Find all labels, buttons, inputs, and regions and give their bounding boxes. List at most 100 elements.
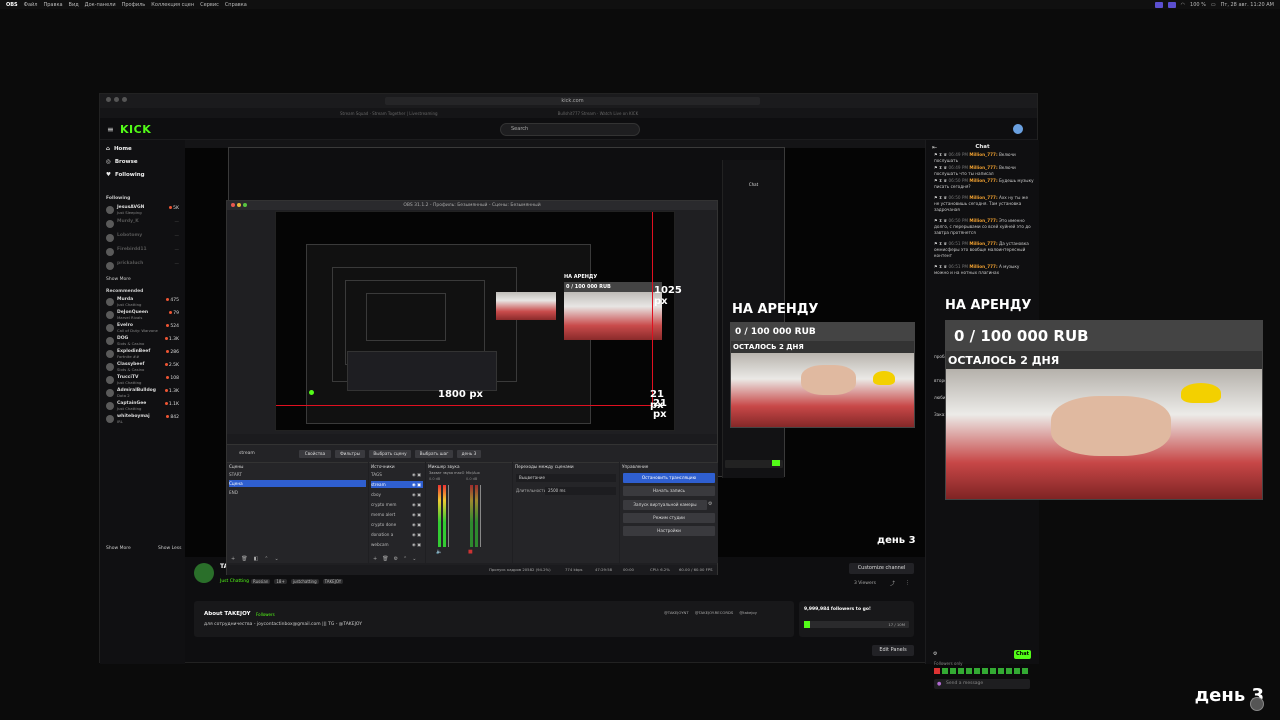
scene-item[interactable]: END	[229, 489, 366, 496]
add-icon[interactable]: +	[231, 556, 235, 562]
browser-tab[interactable]: Bullshit777 Stream · Watch Live on KICK	[558, 111, 639, 116]
emote-icon[interactable]	[1006, 668, 1012, 674]
share-icon[interactable]: ⤴	[890, 580, 895, 587]
recommended-item[interactable]: ExplodinBeef Fortnite ## 286	[106, 349, 181, 360]
show-more-button[interactable]: Show More	[106, 546, 131, 551]
up-icon[interactable]: ⌃	[264, 556, 268, 562]
browser-tab[interactable]: Stream Squad · Stream Together | Livestr…	[340, 111, 438, 116]
emote-icon[interactable]	[1014, 668, 1020, 674]
nav-following[interactable]: ♥ Following	[106, 172, 145, 178]
emote-icon[interactable]	[958, 668, 964, 674]
more-icon[interactable]: ⋮	[905, 580, 910, 586]
customize-channel-button[interactable]: Customize channel	[849, 563, 914, 574]
following-item[interactable]: Firebirdd11—	[106, 247, 181, 258]
tag[interactable]: TAKEJOY	[322, 579, 344, 584]
tag[interactable]: justchatting	[290, 579, 319, 584]
down-icon[interactable]: ⌄	[275, 556, 279, 562]
mic-icon[interactable]: ●	[937, 681, 941, 687]
recommended-item[interactable]: DeJonQueen Marvel Rivals 79	[106, 310, 181, 321]
tag[interactable]: Russian	[250, 579, 271, 584]
virtual-camera-button[interactable]: Запуск виртуальной камеры	[623, 500, 707, 510]
filter-icon[interactable]: ◧	[254, 556, 259, 562]
chat-message-input[interactable]: Send a message	[934, 679, 1030, 689]
add-icon[interactable]: +	[373, 556, 377, 562]
gear-icon[interactable]: ⚙	[394, 556, 398, 562]
emote-icon[interactable]	[998, 668, 1004, 674]
obs-preview[interactable]: 0 / 100 000 RUB НА АРЕНДУ 1800 px 1025 p…	[275, 211, 682, 431]
source-item[interactable]: crypto done ◉ ▣	[371, 521, 423, 528]
source-item[interactable]: webcam ◉ ▣	[371, 541, 423, 548]
emote-icon[interactable]	[1022, 668, 1028, 674]
recommended-item[interactable]: CaptainGee Just Chatting 1.1K	[106, 401, 181, 412]
source-item[interactable]: memo alert ◉ ▣	[371, 511, 423, 518]
menubar-item-profile[interactable]: Профиль	[122, 2, 146, 8]
minimize-window-button[interactable]	[237, 203, 241, 207]
eye-icon[interactable]: ◉ ▣	[412, 511, 421, 518]
eye-icon[interactable]: ◉ ▣	[412, 531, 421, 538]
status-icon[interactable]	[1167, 1, 1176, 8]
nav-home[interactable]: ⌂ Home	[106, 146, 132, 152]
studio-mode-button[interactable]: Режим студии	[623, 513, 715, 523]
wifi-icon[interactable]: ◠	[1181, 2, 1185, 8]
settings-button[interactable]: Настройки	[623, 526, 715, 536]
properties-button[interactable]: Свойства	[299, 450, 331, 458]
close-window-button[interactable]	[106, 97, 111, 102]
volume-slider[interactable]	[480, 485, 481, 547]
show-less-button[interactable]: Show Less	[158, 546, 181, 551]
down-icon[interactable]: ⌄	[412, 556, 416, 562]
recommended-item[interactable]: Murda Just Chatting 475	[106, 297, 181, 308]
duration-input[interactable]: 2500 ms	[545, 487, 616, 495]
volume-slider[interactable]	[448, 485, 449, 547]
select-step-button[interactable]: Выбрать шаг	[415, 450, 453, 458]
recommended-item[interactable]: TrucciTV Just Chatting 108	[106, 375, 181, 386]
emote-icon[interactable]	[942, 668, 948, 674]
emote-icon[interactable]	[934, 668, 940, 674]
address-bar[interactable]: kick.com	[385, 97, 760, 105]
maximize-window-button[interactable]	[122, 97, 127, 102]
stop-stream-button[interactable]: Остановить трансляцию	[623, 473, 715, 483]
menubar-app-name[interactable]: OBS	[6, 2, 18, 8]
source-item[interactable]: cboy ◉ ▣	[371, 491, 423, 498]
user-avatar[interactable]	[1013, 124, 1023, 134]
social-link[interactable]: @TAKEJOY.RECORDS	[695, 610, 734, 615]
menubar-item-scene-collection[interactable]: Коллекция сцен	[151, 2, 194, 8]
edit-panels-button[interactable]: Edit Panels	[872, 645, 914, 656]
start-recording-button[interactable]: Начать запись	[623, 486, 715, 496]
source-item[interactable]: TAGS ◉ ▣	[371, 471, 423, 478]
category-link[interactable]: Just Chatting	[220, 579, 249, 584]
battery-level[interactable]: 100 %	[1190, 2, 1206, 8]
channel-avatar[interactable]	[194, 563, 214, 583]
menubar-item-docks[interactable]: Док-панели	[85, 2, 116, 8]
following-item[interactable]: Murdy_K —	[106, 219, 181, 230]
kick-logo[interactable]: KICK	[120, 123, 151, 136]
eye-icon[interactable]: ◉ ▣	[412, 471, 421, 478]
day-scene-button[interactable]: день 3	[457, 450, 481, 458]
close-window-button[interactable]	[231, 203, 235, 207]
filters-button[interactable]: Фильтры	[335, 450, 365, 458]
nav-browse[interactable]: ◎ Browse	[106, 159, 138, 165]
menu-icon[interactable]: ≡	[107, 125, 114, 134]
emote-icon[interactable]	[974, 668, 980, 674]
eye-icon[interactable]: ◉ ▣	[412, 481, 421, 488]
select-scene-button[interactable]: Выбрать сцену	[369, 450, 411, 458]
transition-select[interactable]: Выцветание	[516, 474, 616, 482]
gear-icon[interactable]: ⚙	[708, 501, 712, 507]
chat-settings-icon[interactable]: ⚙	[933, 651, 937, 657]
status-icon[interactable]	[1154, 1, 1163, 8]
scene-item[interactable]: START	[229, 471, 366, 478]
eye-icon[interactable]: ◉ ▣	[412, 501, 421, 508]
following-item[interactable]: Lobotomy —	[106, 233, 181, 244]
eye-icon[interactable]: ◉ ▣	[412, 521, 421, 528]
source-item[interactable]: donation a ◉ ▣	[371, 531, 423, 538]
battery-icon[interactable]: ▭	[1211, 2, 1216, 8]
send-chat-button[interactable]: Chat	[1014, 650, 1031, 659]
up-icon[interactable]: ⌃	[403, 556, 407, 562]
trash-icon[interactable]: 🗑	[382, 556, 388, 562]
menubar-item-file[interactable]: Файл	[24, 2, 38, 8]
emote-icon[interactable]	[982, 668, 988, 674]
menubar-item-help[interactable]: Справка	[225, 2, 247, 8]
minimize-window-button[interactable]	[114, 97, 119, 102]
mute-icon[interactable]: ■	[468, 549, 473, 555]
following-item[interactable]: prickaluch —	[106, 261, 181, 272]
speaker-icon[interactable]: 🔈	[436, 549, 442, 555]
